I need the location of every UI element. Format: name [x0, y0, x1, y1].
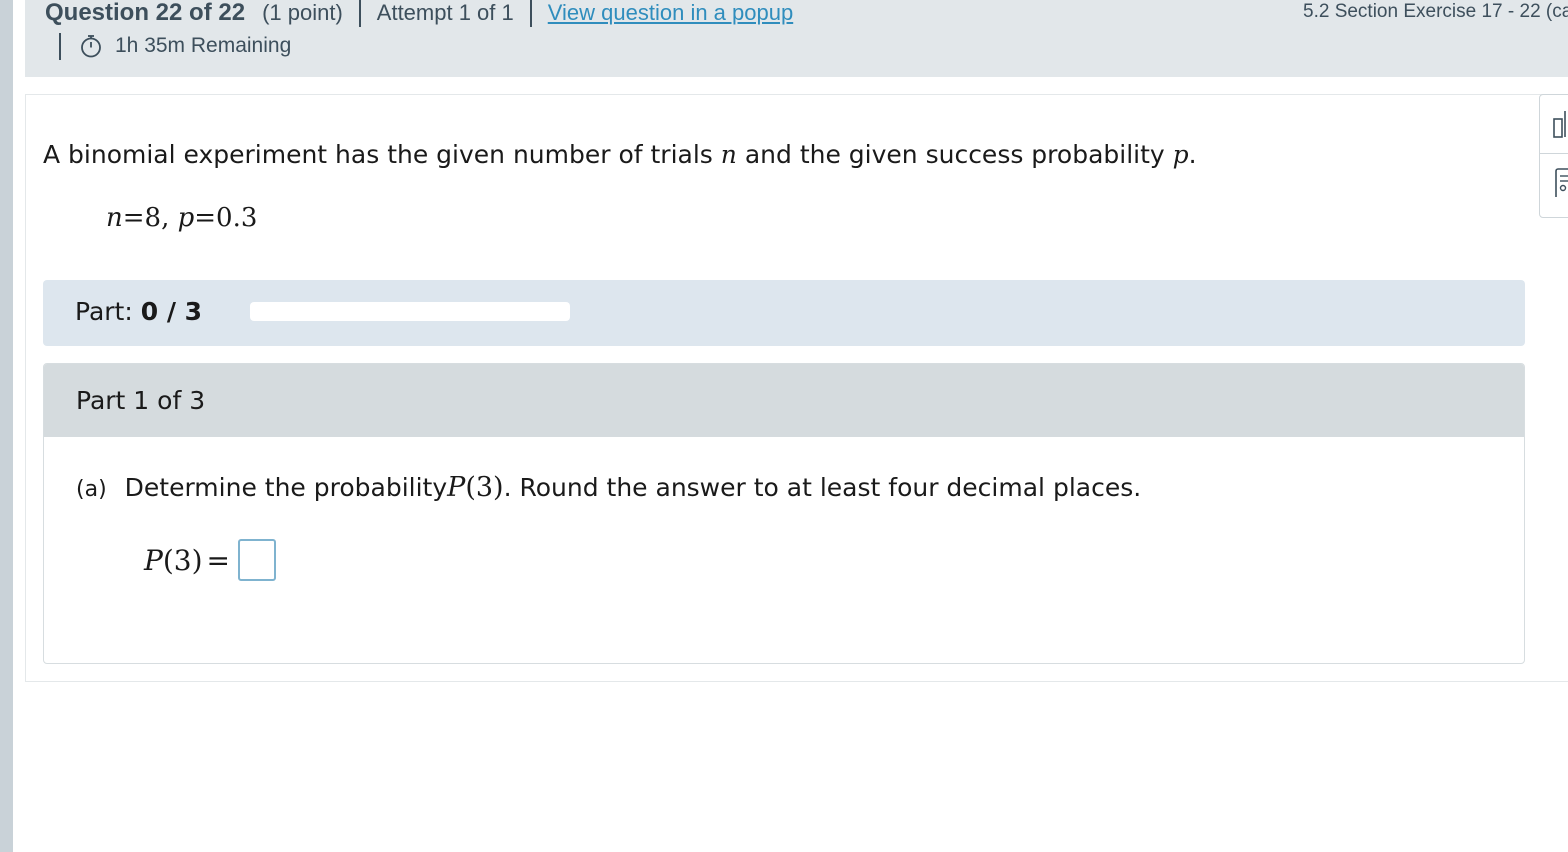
toolbar-divider	[1540, 153, 1568, 154]
view-popup-link[interactable]: View question in a popup	[548, 0, 793, 26]
attempt-counter: Attempt 1 of 1	[376, 0, 514, 25]
answer-input[interactable]	[237, 539, 276, 581]
math-var-p: p	[1172, 140, 1189, 169]
math-argument: (3)	[162, 543, 203, 577]
question-text: Determine the probability	[124, 473, 448, 502]
math-argument: (3)	[465, 472, 504, 503]
part-card: Part 1 of 3 (a) Determine the probabilit…	[43, 363, 1525, 664]
part-header-title: Part 1 of 3	[76, 386, 206, 415]
assignment-title: 5.2 Section Exercise 17 - 22 (ca	[1303, 1, 1568, 22]
part-progress-label: Part: 0 / 3	[75, 297, 202, 326]
progress-caption: Part:	[75, 297, 133, 326]
math-var-p: p	[177, 203, 195, 233]
math-function-p: P	[144, 543, 163, 577]
math-function-p: P	[447, 472, 466, 503]
part-question: (a) Determine the probability P (3). Roun…	[76, 472, 1141, 503]
equals-sign: =	[206, 543, 230, 577]
header-separator	[358, 0, 361, 27]
problem-text: .	[1188, 140, 1197, 169]
given-n-value: =8,	[122, 203, 178, 233]
header-separator	[529, 0, 532, 27]
part-label: (a)	[76, 477, 107, 502]
header-separator	[59, 32, 61, 60]
given-p-value: =0.3	[194, 203, 258, 233]
question-header: Question 22 of 22 (1 point) Attempt 1 of…	[25, 0, 1568, 77]
question-text: . Round the answer to at least four deci…	[503, 473, 1142, 502]
math-var-n: n	[720, 140, 737, 169]
part-progress-panel: Part: 0 / 3	[43, 280, 1525, 346]
problem-statement: A binomial experiment has the given numb…	[43, 140, 1197, 169]
problem-text: A binomial experiment has the given numb…	[43, 140, 721, 169]
part-header: Part 1 of 3	[44, 364, 1524, 437]
left-rail	[0, 0, 13, 852]
progress-bar	[250, 302, 570, 321]
reference-icon[interactable]	[1552, 167, 1568, 197]
math-var-n: n	[106, 203, 123, 233]
question-title: Question 22 of 22	[45, 0, 246, 26]
progress-count: 0 / 3	[140, 297, 203, 326]
calculator-icon[interactable]	[1552, 109, 1568, 139]
time-remaining: 1h 35m Remaining	[115, 34, 292, 57]
header-row-timer: 1h 35m Remaining	[59, 32, 291, 60]
left-gap	[13, 0, 25, 852]
answer-row: P (3) =	[144, 539, 276, 581]
given-values: n=8, p=0.3	[106, 203, 257, 233]
stopwatch-icon	[81, 35, 101, 58]
header-row-primary: Question 22 of 22 (1 point) Attempt 1 of…	[45, 0, 793, 28]
problem-text: and the given success probability	[736, 140, 1173, 169]
side-toolbar	[1539, 94, 1568, 218]
question-points: (1 point)	[262, 0, 343, 25]
